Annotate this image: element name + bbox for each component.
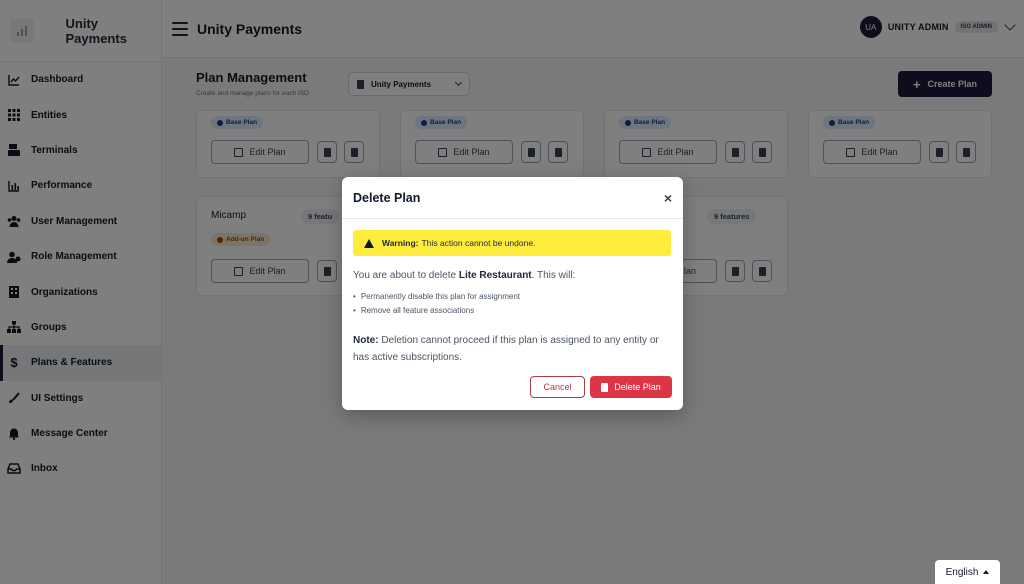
consequence-list: Permanently disable this plan for assign…	[353, 292, 520, 320]
deletion-note: Note: Deletion cannot proceed if this pl…	[353, 332, 673, 366]
note-text: Deletion cannot proceed if this plan is …	[353, 335, 659, 363]
intro-suffix: . This will:	[531, 270, 576, 281]
trash-icon	[601, 382, 609, 392]
delete-plan-modal: Delete Plan × Warning: This action canno…	[342, 177, 683, 410]
modal-header: Delete Plan ×	[342, 177, 683, 219]
note-label: Note:	[353, 335, 379, 346]
plan-name: Lite Restaurant	[458, 270, 532, 281]
warning-icon	[364, 238, 374, 248]
language-value: English	[945, 566, 979, 578]
confirm-delete-button[interactable]: Delete Plan	[590, 376, 672, 398]
warning-alert: Warning: This action cannot be undone.	[353, 230, 671, 256]
modal-title: Delete Plan	[353, 190, 421, 205]
intro-text: You are about to delete	[353, 270, 459, 281]
close-icon[interactable]: ×	[664, 191, 672, 205]
caret-up-icon	[983, 570, 990, 574]
list-item: Permanently disable this plan for assign…	[353, 292, 520, 301]
list-item: Remove all feature associations	[353, 306, 520, 315]
delete-label: Delete Plan	[614, 382, 661, 392]
language-select[interactable]: English	[935, 560, 1000, 584]
cancel-button[interactable]: Cancel	[530, 376, 585, 398]
warning-label: Warning:	[382, 238, 419, 248]
delete-intro: You are about to delete Lite Restaurant.…	[353, 270, 575, 281]
warning-text: This action cannot be undone.	[421, 238, 536, 248]
